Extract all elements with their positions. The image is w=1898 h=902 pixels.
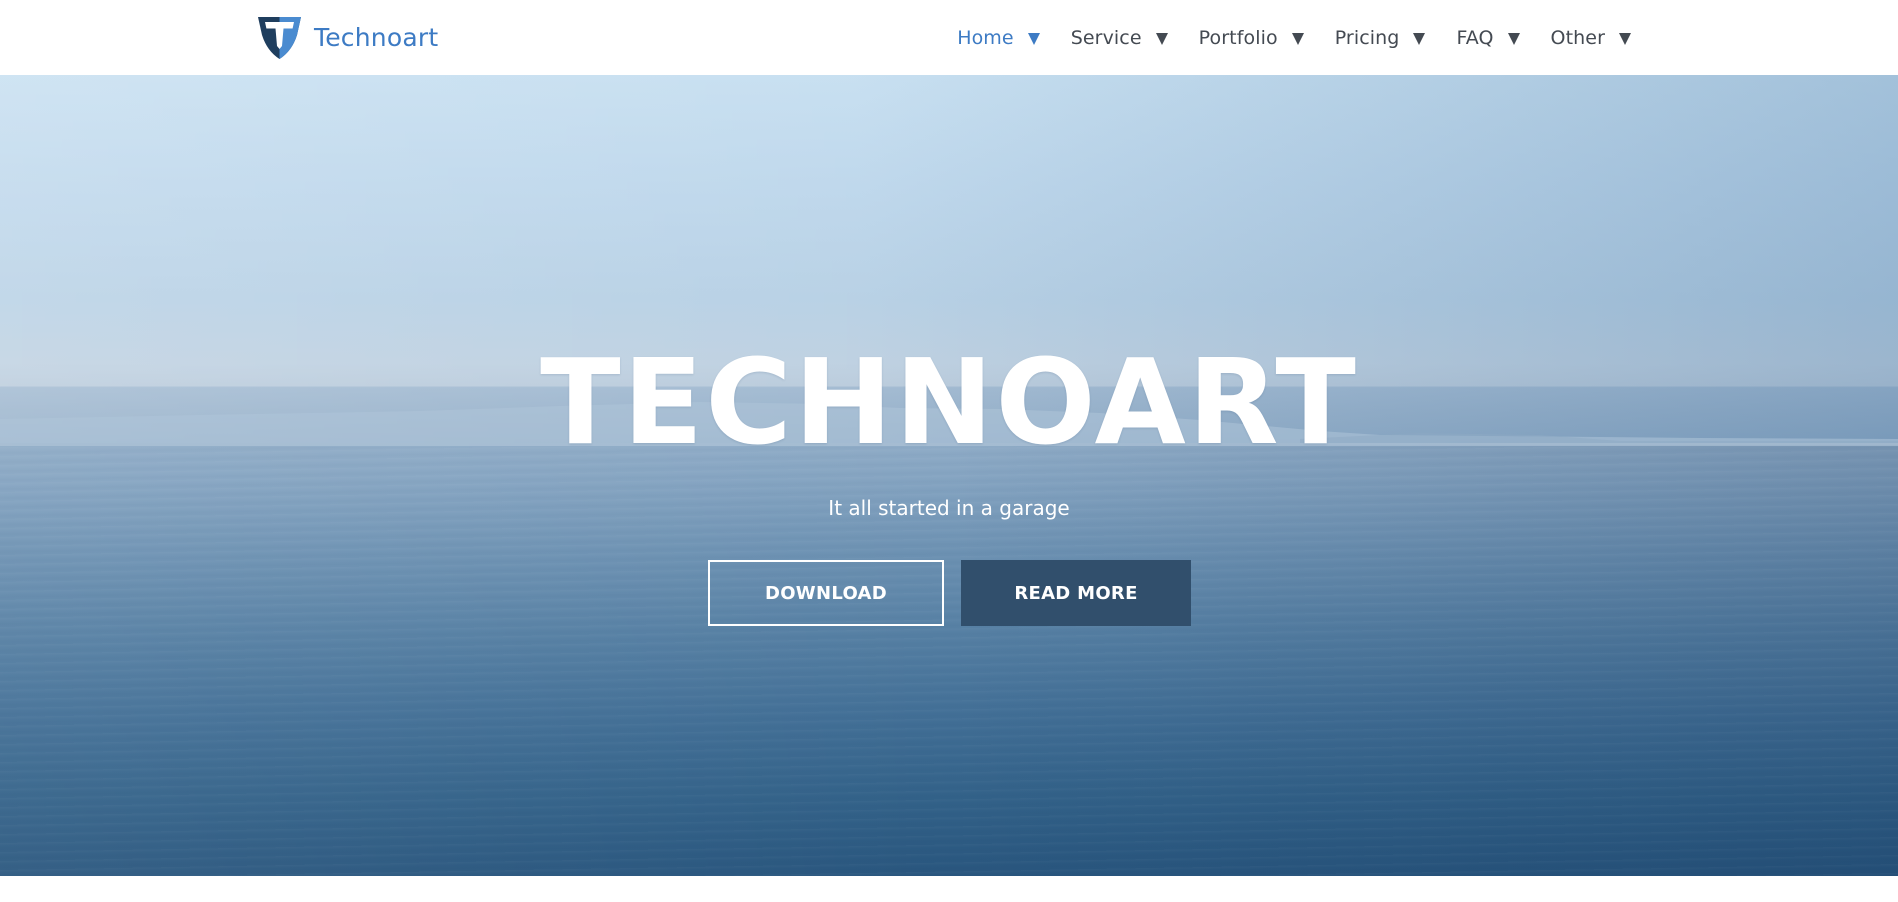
nav-item-label: Service — [1070, 26, 1142, 49]
nav-item-pricing[interactable]: Pricing — [1335, 27, 1426, 49]
hero-subtitle: It all started in a garage — [828, 496, 1070, 520]
caret-down-icon — [1155, 32, 1168, 45]
brand-name: Technoart — [314, 22, 439, 52]
nav-item-label: FAQ — [1456, 26, 1494, 49]
hero-section: TECHNOART It all started in a garage DOW… — [0, 75, 1898, 876]
nav-item-portfolio[interactable]: Portfolio — [1199, 27, 1304, 49]
read-more-button[interactable]: READ MORE — [961, 560, 1191, 626]
nav-item-label: Pricing — [1334, 26, 1400, 49]
top-navbar: Technoart Home Service Portfolio Pricing… — [0, 0, 1898, 75]
caret-down-icon — [1507, 32, 1520, 45]
hero-content: TECHNOART It all started in a garage DOW… — [0, 75, 1898, 876]
nav-item-other[interactable]: Other — [1551, 27, 1631, 49]
main-nav: Home Service Portfolio Pricing FAQ Other — [957, 0, 1631, 75]
brand-link[interactable]: Technoart — [256, 12, 438, 62]
page-bottom-strip — [0, 876, 1898, 902]
download-button[interactable]: DOWNLOAD — [708, 560, 944, 626]
hero-title: TECHNOART — [540, 333, 1358, 471]
nav-item-service[interactable]: Service — [1071, 27, 1168, 49]
caret-down-icon — [1413, 32, 1426, 45]
nav-item-label: Portfolio — [1198, 26, 1278, 49]
caret-down-icon — [1027, 32, 1040, 45]
nav-item-label: Other — [1550, 26, 1605, 49]
caret-down-icon — [1619, 32, 1631, 45]
caret-down-icon — [1291, 32, 1304, 45]
nav-item-label: Home — [957, 26, 1014, 49]
hero-actions: DOWNLOAD READ MORE — [708, 560, 1191, 626]
shield-t-logo-icon — [258, 17, 301, 59]
nav-item-home[interactable]: Home — [957, 27, 1040, 49]
nav-item-faq[interactable]: FAQ — [1456, 26, 1520, 49]
